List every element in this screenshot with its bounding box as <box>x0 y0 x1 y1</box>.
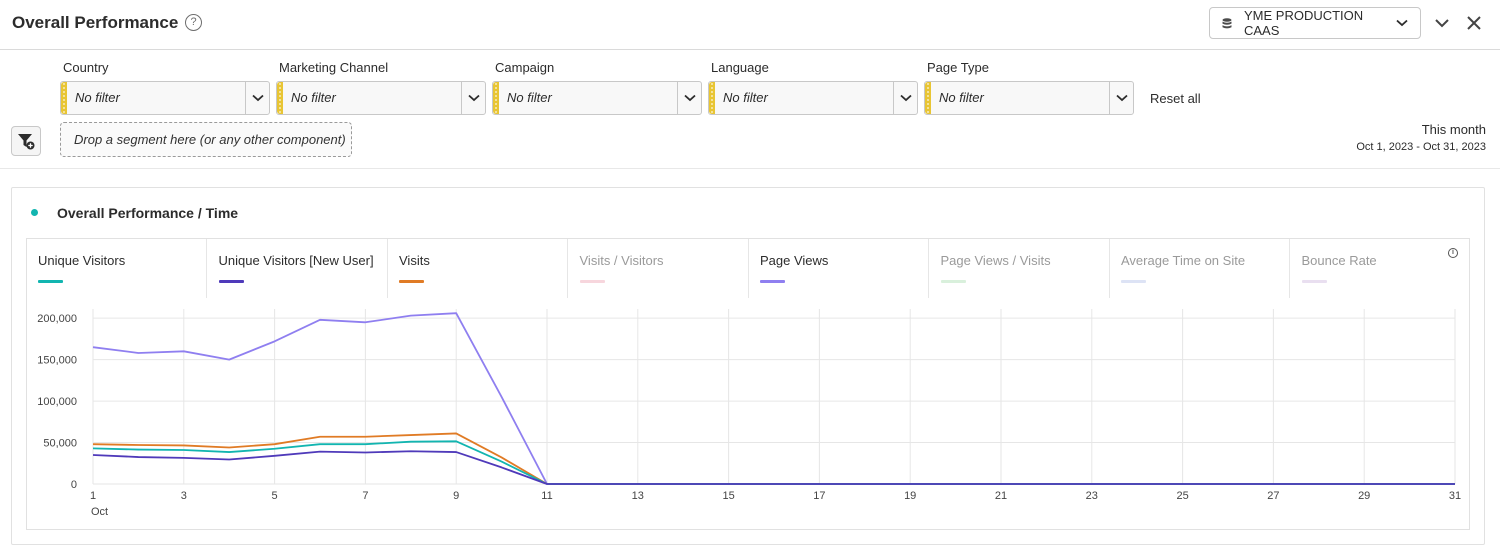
chevron-down-icon <box>1396 19 1408 27</box>
filter-dropdown-page-type[interactable]: No filter <box>924 81 1134 115</box>
x-tick-label: 17 <box>813 490 825 502</box>
close-icon[interactable] <box>1465 14 1483 32</box>
reset-all-button[interactable]: Reset all <box>1150 91 1201 106</box>
series-line <box>92 440 1455 485</box>
chevron-down-icon <box>251 94 264 102</box>
y-tick-label: 100,000 <box>37 396 77 408</box>
chevron-down-icon <box>683 94 696 102</box>
dropdown-toggle[interactable] <box>893 82 917 114</box>
visualization-status-dot <box>31 209 38 216</box>
x-tick-label: 9 <box>453 490 459 502</box>
x-tick-label: 25 <box>1176 490 1188 502</box>
filter-campaign: Campaign No filter <box>492 60 702 115</box>
chevron-down-icon <box>1115 94 1128 102</box>
filter-dropdown-country[interactable]: No filter <box>60 81 270 115</box>
visualization-panel: Overall Performance / Time Unique Visito… <box>11 187 1485 545</box>
dropdown-toggle[interactable] <box>245 82 269 114</box>
filter-dropdown-campaign[interactable]: No filter <box>492 81 702 115</box>
add-segment-filter-button[interactable] <box>11 126 41 156</box>
database-icon <box>1222 17 1232 28</box>
y-tick-label: 200,000 <box>37 313 77 325</box>
series-line <box>92 432 1455 485</box>
filter-label: Country <box>63 60 109 75</box>
x-tick-label: 19 <box>904 490 916 502</box>
report-suite-label: YME PRODUCTION CAAS <box>1244 8 1364 38</box>
x-tick-label: 21 <box>995 490 1007 502</box>
chart-plot: 050,000100,000150,000200,0001 3 5 7 9 11 13 15 1… <box>37 309 1461 518</box>
x-tick-label: 23 <box>1086 490 1098 502</box>
filter-dropdown-marketing-channel[interactable]: No filter <box>276 81 486 115</box>
x-tick-label: 1 <box>90 490 96 502</box>
filter-add-icon <box>18 134 35 150</box>
series-line <box>92 312 1455 485</box>
filter-value: No filter <box>939 90 984 105</box>
filter-label: Language <box>711 60 769 75</box>
segment-drop-zone[interactable]: Drop a segment here (or any other compon… <box>60 122 352 157</box>
report-suite-selector[interactable]: YME PRODUCTION CAAS <box>1209 7 1421 39</box>
x-tick-label: 31 <box>1449 490 1461 502</box>
filter-value: No filter <box>75 90 120 105</box>
x-axis-month-label: Oct <box>91 506 108 518</box>
filter-value: No filter <box>723 90 768 105</box>
dropdown-toggle[interactable] <box>677 82 701 114</box>
filter-value: No filter <box>507 90 552 105</box>
filter-language: Language No filter <box>708 60 918 115</box>
filter-country: Country No filter <box>60 60 270 115</box>
help-icon[interactable]: ? <box>185 14 202 31</box>
y-tick-label: 150,000 <box>37 355 77 367</box>
x-tick-label: 13 <box>632 490 644 502</box>
date-range-title[interactable]: This month <box>1422 122 1486 137</box>
filter-page-type: Page Type No filter <box>924 60 1134 115</box>
dropdown-toggle[interactable] <box>461 82 485 114</box>
panel-header: Overall Performance ? YME PRODUCTION CAA… <box>0 0 1500 50</box>
filter-value: No filter <box>291 90 336 105</box>
series-line <box>92 450 1455 485</box>
x-tick-label: 27 <box>1267 490 1279 502</box>
y-tick-label: 0 <box>71 479 77 491</box>
chevron-down-icon <box>899 94 912 102</box>
x-tick-label: 3 <box>181 490 187 502</box>
x-tick-label: 7 <box>362 490 368 502</box>
filter-marketing-channel: Marketing Channel No filter <box>276 60 486 115</box>
x-tick-label: 15 <box>722 490 734 502</box>
filter-label: Marketing Channel <box>279 60 389 75</box>
date-range-value[interactable]: Oct 1, 2023 - Oct 31, 2023 <box>1356 141 1486 153</box>
x-tick-label: 5 <box>272 490 278 502</box>
page-title: Overall Performance <box>12 13 179 32</box>
divider <box>0 168 1500 169</box>
filter-dropdown-language[interactable]: No filter <box>708 81 918 115</box>
line-chart: Unique Visitors Unique Visitors [New User… <box>26 238 1470 530</box>
y-tick-label: 50,000 <box>43 438 77 450</box>
filter-label: Page Type <box>927 60 989 75</box>
collapse-panel-icon[interactable] <box>1433 14 1451 32</box>
dropdown-toggle[interactable] <box>1109 82 1133 114</box>
x-tick-label: 11 <box>541 490 552 502</box>
chevron-down-icon <box>467 94 480 102</box>
x-tick-label: 29 <box>1358 490 1370 502</box>
filter-label: Campaign <box>495 60 555 75</box>
visualization-title[interactable]: Overall Performance / Time <box>57 205 238 221</box>
